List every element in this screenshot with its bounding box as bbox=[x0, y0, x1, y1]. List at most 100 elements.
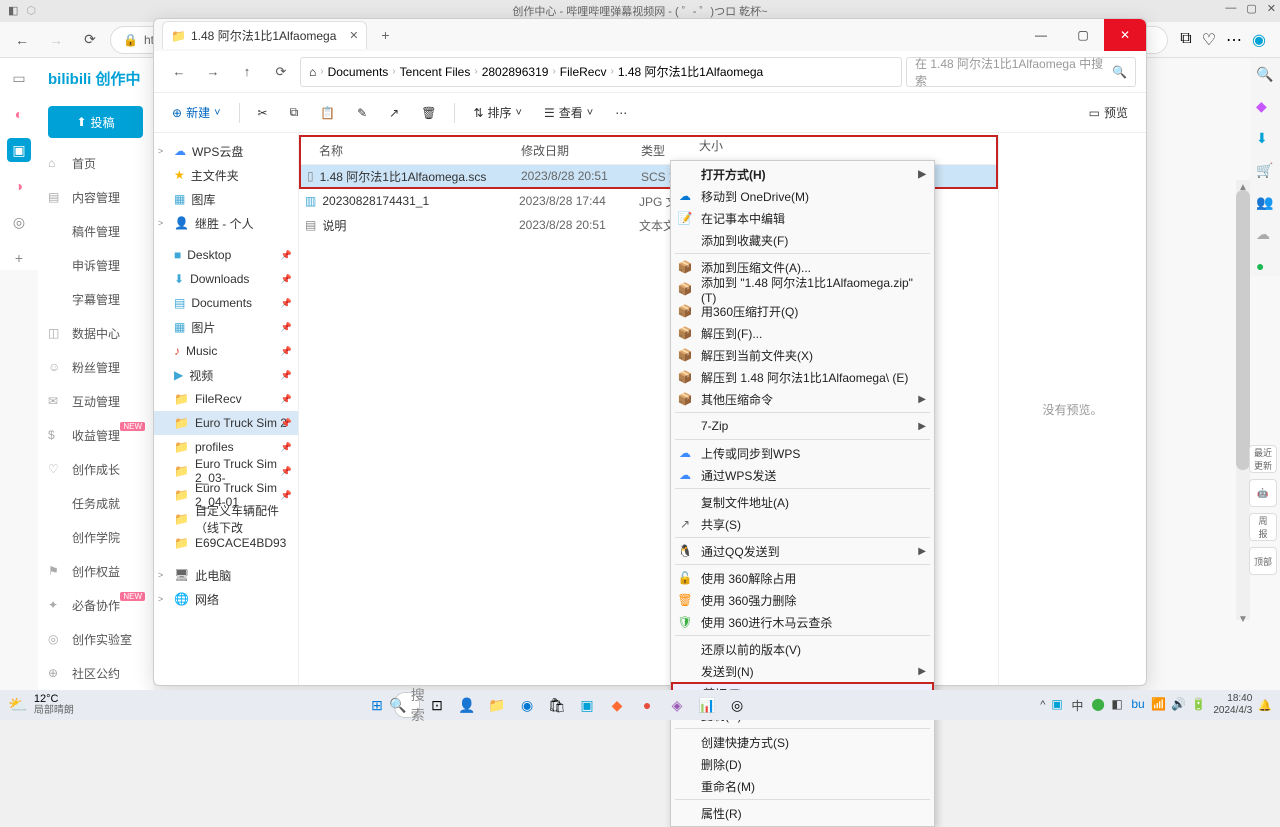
search-icon[interactable]: 🔍 bbox=[1256, 66, 1274, 84]
sidebar-item[interactable]: 📁profiles📌 bbox=[154, 435, 298, 459]
context-menu-item[interactable]: 📦解压到(F)... bbox=[671, 322, 934, 344]
sidebar-item[interactable]: >👤继胜 - 个人 bbox=[154, 211, 298, 235]
bili-nav-item[interactable]: ♡创作成长 bbox=[38, 452, 153, 486]
scrollbar-thumb[interactable] bbox=[1236, 190, 1250, 470]
bili-nav-item[interactable]: ✉互动管理 bbox=[38, 384, 153, 418]
minimize-button[interactable]: — bbox=[1020, 19, 1062, 51]
tv-icon[interactable]: ▣ bbox=[7, 138, 31, 162]
context-menu-item[interactable]: 🗑使用 360强力删除 bbox=[671, 589, 934, 611]
breadcrumb-item[interactable]: Tencent Files bbox=[400, 65, 471, 79]
steam-icon[interactable]: ◎ bbox=[724, 692, 750, 718]
users-icon[interactable]: 👥 bbox=[1256, 194, 1274, 212]
forward-button[interactable]: → bbox=[198, 57, 228, 87]
app-icon[interactable]: 📊 bbox=[694, 692, 720, 718]
bili-nav-item[interactable]: ◎创作实验室 bbox=[38, 622, 153, 656]
context-menu-item[interactable]: 发送到(N)▶ bbox=[671, 660, 934, 682]
sidebar-item[interactable]: ▤Documents📌 bbox=[154, 291, 298, 315]
context-menu-item[interactable]: 删除(D) bbox=[671, 753, 934, 775]
bilibili-logo[interactable]: bilibili 创作中 bbox=[38, 58, 153, 98]
sidebar-item[interactable]: ■Desktop📌 bbox=[154, 243, 298, 267]
context-menu-item[interactable]: ↗共享(S) bbox=[671, 513, 934, 535]
app-icon[interactable]: ◆ bbox=[604, 692, 630, 718]
music-icon[interactable]: ● bbox=[1256, 258, 1274, 276]
profile-icon[interactable]: ◉ bbox=[1252, 30, 1266, 50]
sidebar-item[interactable]: ▶视频📌 bbox=[154, 363, 298, 387]
col-size[interactable]: 大小 bbox=[699, 137, 723, 154]
context-menu-item[interactable]: ☁移动到 OneDrive(M) bbox=[671, 185, 934, 207]
home-icon[interactable]: ⌂ bbox=[309, 65, 316, 79]
bili-nav-item[interactable]: ✦必备协作NEW bbox=[38, 588, 153, 622]
menu-icon[interactable]: ⋯ bbox=[1226, 30, 1242, 50]
maximize-button[interactable]: ▢ bbox=[1062, 19, 1104, 51]
context-menu-item[interactable]: 属性(R) bbox=[671, 802, 934, 824]
context-menu-item[interactable]: 还原以前的版本(V) bbox=[671, 638, 934, 660]
app-icon[interactable]: ◈ bbox=[664, 692, 690, 718]
breadcrumb-item[interactable]: FileRecv bbox=[560, 65, 607, 79]
taskbar-search[interactable]: 🔍 搜索 bbox=[394, 692, 420, 718]
refresh-button[interactable]: ⟳ bbox=[266, 57, 296, 87]
context-menu-item[interactable]: 重命名(M) bbox=[671, 775, 934, 797]
copy-button[interactable]: ⧉ bbox=[282, 99, 307, 127]
tray-icon[interactable]: ◧ bbox=[1111, 697, 1127, 713]
preview-button[interactable]: ▭ 预览 bbox=[1081, 99, 1136, 127]
sidebar-item[interactable]: ▦图库 bbox=[154, 187, 298, 211]
col-name[interactable]: 名称 bbox=[301, 142, 521, 159]
bili-nav-item[interactable]: 任务成就 bbox=[38, 486, 153, 520]
rename-button[interactable]: ✎ bbox=[349, 99, 375, 127]
bili-nav-item[interactable]: 创作学院 bbox=[38, 520, 153, 554]
sidebar-item[interactable]: >☁WPS云盘 bbox=[154, 139, 298, 163]
bili-nav-item[interactable]: ◫数据中心 bbox=[38, 316, 153, 350]
store-icon[interactable]: 🛍 bbox=[544, 692, 570, 718]
app-icon[interactable]: 👤 bbox=[454, 692, 480, 718]
breadcrumb-item[interactable]: 2802896319 bbox=[482, 65, 549, 79]
explorer-icon[interactable]: 📁 bbox=[484, 692, 510, 718]
context-menu-item[interactable]: 📦其他压缩命令▶ bbox=[671, 388, 934, 410]
tray-icon[interactable]: ▣ bbox=[1051, 697, 1067, 713]
report-button[interactable]: 周报 bbox=[1249, 513, 1277, 541]
sidebar-item[interactable]: 📁Euro Truck Sim 2📌 bbox=[154, 411, 298, 435]
back-button[interactable]: ← bbox=[164, 57, 194, 87]
bili-nav-item[interactable]: ⌂首页 bbox=[38, 146, 153, 180]
context-menu-item[interactable]: 📦添加到 "1.48 阿尔法1比1Alfaomega.zip" (T) bbox=[671, 278, 934, 300]
close-button[interactable]: ✕ bbox=[1104, 19, 1146, 51]
context-menu-item[interactable]: 🛡使用 360进行木马云查杀 bbox=[671, 611, 934, 633]
start-button[interactable]: ⊞ bbox=[364, 692, 390, 718]
game-icon[interactable]: ◑ bbox=[7, 174, 31, 198]
bili-nav-item[interactable]: ☺粉丝管理 bbox=[38, 350, 153, 384]
context-menu-item[interactable]: 🔓使用 360解除占用 bbox=[671, 567, 934, 589]
steam-icon[interactable]: ◎ bbox=[7, 210, 31, 234]
favorite-icon[interactable]: ♡ bbox=[1202, 30, 1216, 50]
scroll-down-icon[interactable]: ▼ bbox=[1238, 614, 1248, 624]
context-menu-item[interactable]: 复制文件地址(A) bbox=[671, 491, 934, 513]
ai-button[interactable]: 🤖 bbox=[1249, 479, 1277, 507]
tab-icon[interactable]: ▭ bbox=[7, 66, 31, 90]
maximize-icon[interactable]: ▢ bbox=[1246, 2, 1256, 15]
upload-button[interactable]: ⬆ 投稿 bbox=[48, 106, 143, 138]
tray-icon[interactable]: ⬤ bbox=[1091, 697, 1107, 713]
bili-nav-item[interactable]: $收益管理NEW bbox=[38, 418, 153, 452]
context-menu-item[interactable]: 添加到收藏夹(F) bbox=[671, 229, 934, 251]
refresh-button[interactable]: ⟳ bbox=[76, 26, 104, 54]
breadcrumb-item[interactable]: 1.48 阿尔法1比1Alfaomega bbox=[618, 63, 763, 80]
share-button[interactable]: ↗ bbox=[381, 99, 407, 127]
weather-icon[interactable]: ⛅ bbox=[8, 695, 28, 715]
explorer-tab[interactable]: 📁 1.48 阿尔法1比1Alfaomega ✕ bbox=[162, 21, 367, 49]
bili-icon[interactable]: ◐ bbox=[7, 102, 31, 126]
context-menu-item[interactable]: ☁通过WPS发送 bbox=[671, 464, 934, 486]
top-button[interactable]: 顶部 bbox=[1249, 547, 1277, 575]
clock[interactable]: 18:40 2024/4/3 bbox=[1213, 693, 1252, 717]
context-menu-item[interactable]: ☁上传或同步到WPS bbox=[671, 442, 934, 464]
tray-icon[interactable]: 中 bbox=[1071, 697, 1087, 713]
up-button[interactable]: ↑ bbox=[232, 57, 262, 87]
bili-nav-item[interactable]: 字幕管理 bbox=[38, 282, 153, 316]
paste-button[interactable]: 📋 bbox=[312, 99, 343, 127]
add-icon[interactable]: + bbox=[7, 246, 31, 270]
more-button[interactable]: ⋯ bbox=[607, 99, 635, 127]
sidebar-item[interactable]: 📁E69CACE4BD93 bbox=[154, 531, 298, 555]
update-button[interactable]: 最近更新 bbox=[1249, 445, 1277, 473]
chevron-up-icon[interactable]: ^ bbox=[1040, 699, 1045, 711]
back-button[interactable]: ← bbox=[8, 26, 36, 54]
bili-nav-item[interactable]: ⚑创作权益 bbox=[38, 554, 153, 588]
cloud-icon[interactable]: ☁ bbox=[1256, 226, 1274, 244]
app-icon[interactable]: ● bbox=[634, 692, 660, 718]
